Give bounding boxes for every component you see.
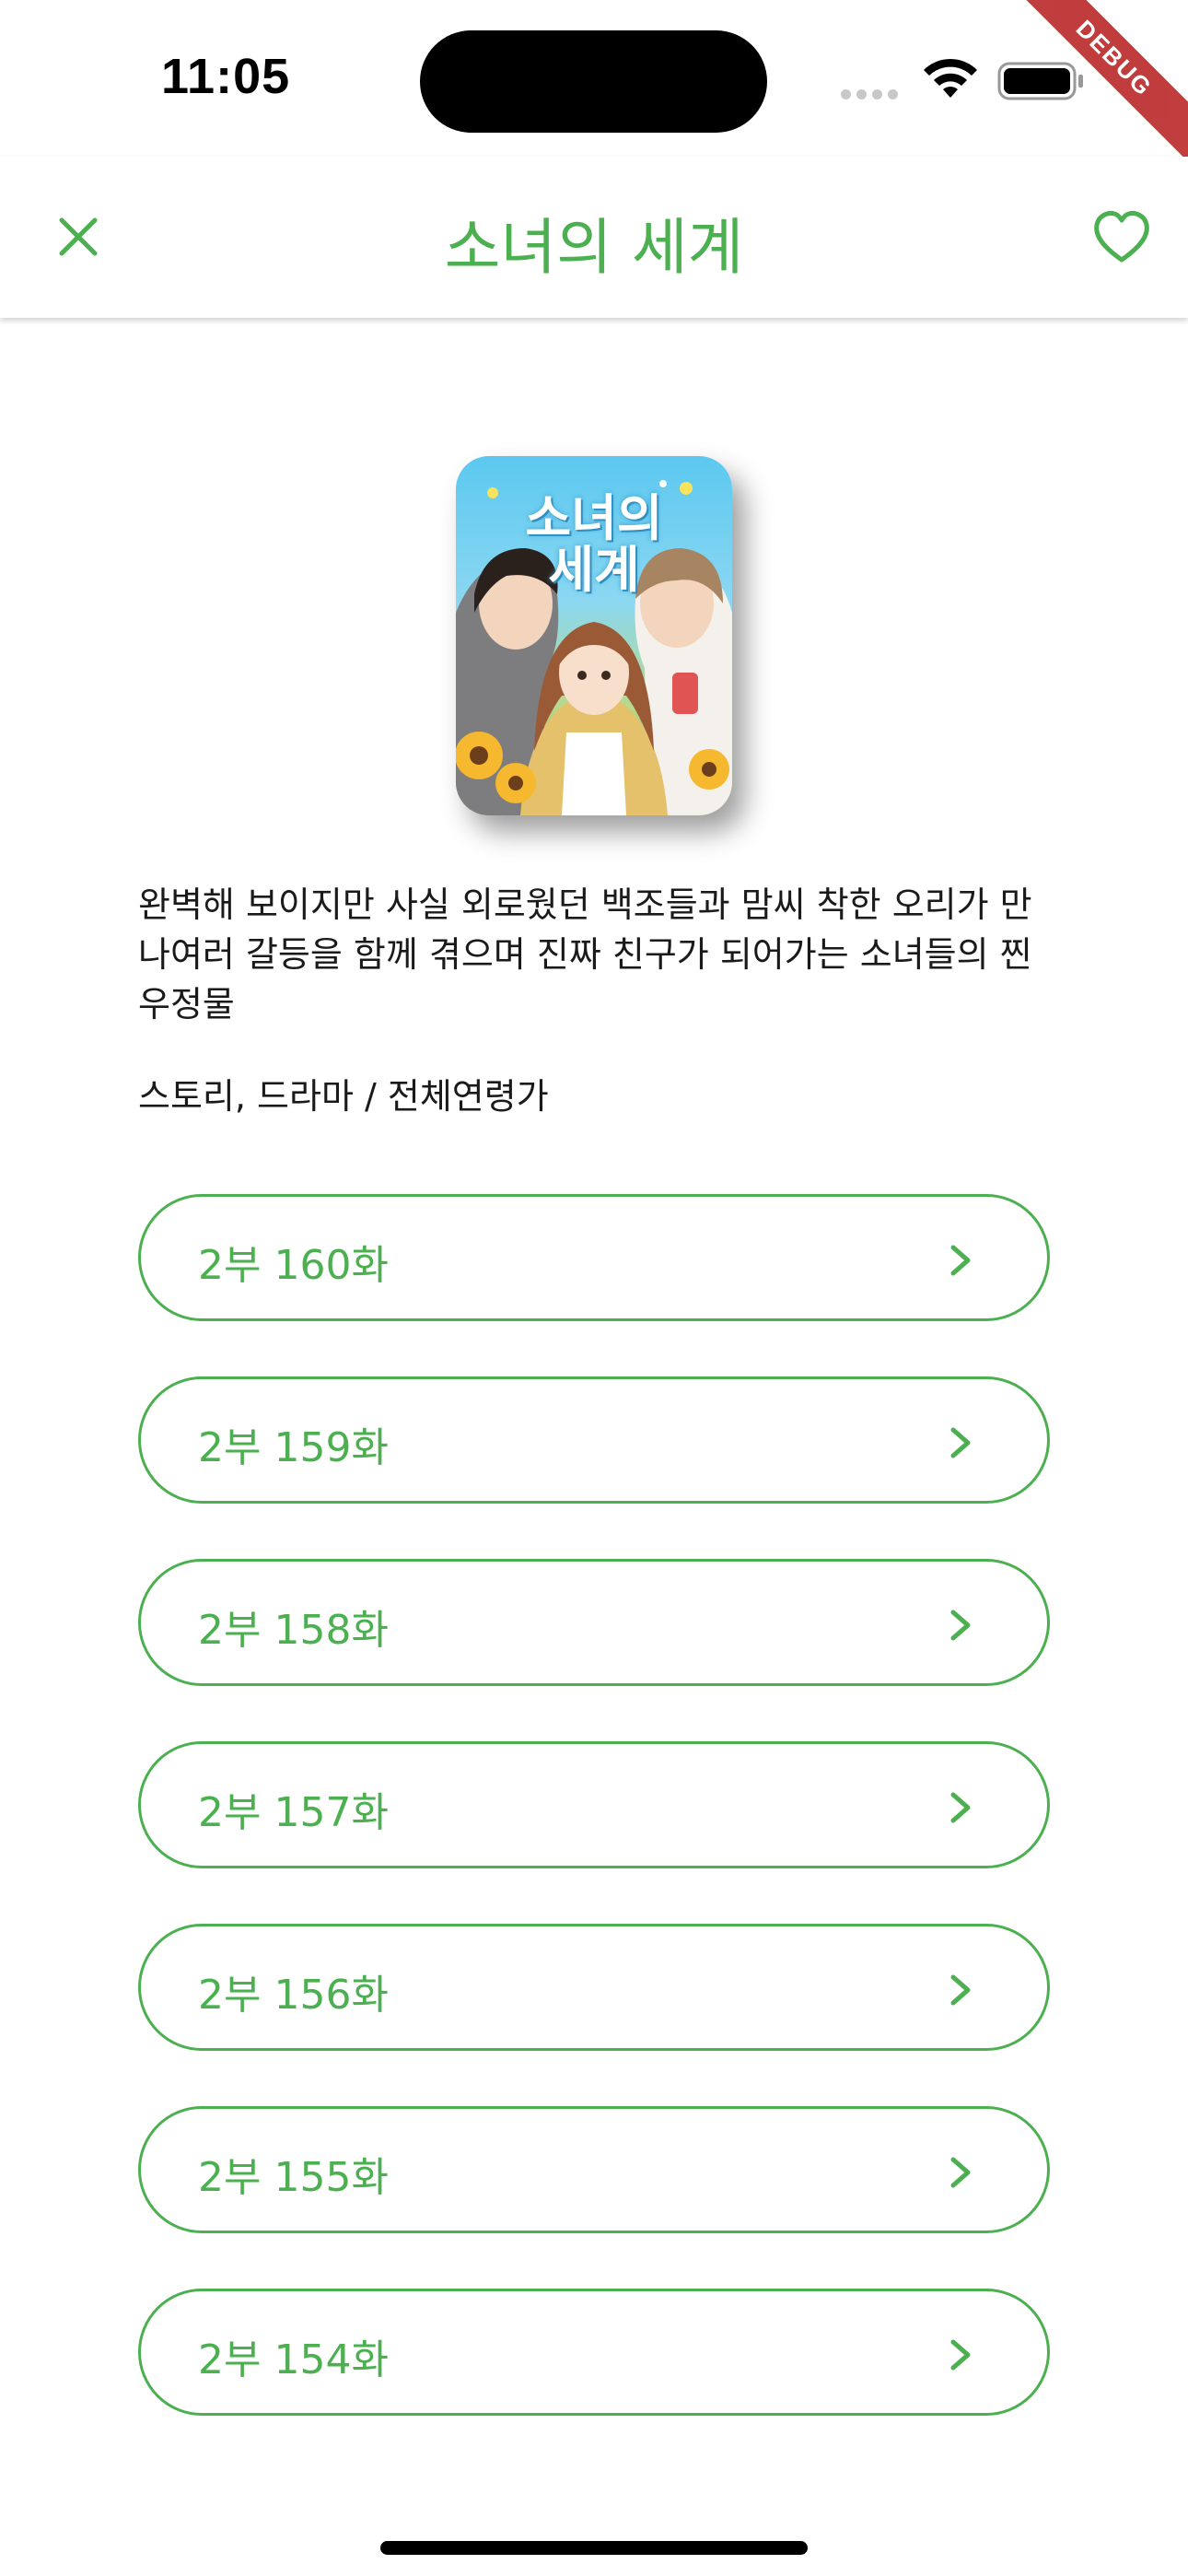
cover-title-line1: 소녀의 bbox=[525, 489, 663, 547]
battery-icon bbox=[997, 62, 1083, 100]
chevron-right-icon bbox=[950, 1427, 971, 1458]
cellular-signal-icon bbox=[841, 86, 903, 103]
cover-image: 소녀의 세계 bbox=[456, 456, 732, 815]
episode-item-159[interactable]: 2부 159화 bbox=[138, 1376, 1050, 1504]
episode-label: 2부 157화 bbox=[198, 1789, 389, 1836]
chevron-right-icon bbox=[950, 1245, 971, 1276]
webtoon-detail-screen: 11:05 DEBUG 소녀의 세계 소녀의 세계 완벽해 보이지만 사실 외로… bbox=[0, 0, 1188, 2576]
dynamic-island bbox=[420, 30, 767, 133]
episode-item-160[interactable]: 2부 160화 bbox=[138, 1194, 1050, 1321]
cover-title-line2: 세계 bbox=[548, 541, 640, 599]
episode-label: 2부 154화 bbox=[198, 2336, 389, 2383]
episode-item-154[interactable]: 2부 154화 bbox=[138, 2289, 1050, 2416]
page-title: 소녀의 세계 bbox=[444, 212, 744, 283]
episode-item-157[interactable]: 2부 157화 bbox=[138, 1741, 1050, 1868]
chevron-right-icon bbox=[950, 2339, 971, 2371]
episode-label: 2부 158화 bbox=[198, 1607, 389, 1654]
episode-label: 2부 156화 bbox=[198, 1972, 389, 2019]
episode-item-158[interactable]: 2부 158화 bbox=[138, 1559, 1050, 1686]
app-bar: 소녀의 세계 bbox=[0, 157, 1188, 318]
chevron-right-icon bbox=[950, 1974, 971, 2006]
heart-outline-icon[interactable] bbox=[1091, 208, 1152, 265]
episode-item-156[interactable]: 2부 156화 bbox=[138, 1924, 1050, 2051]
status-bar: 11:05 bbox=[0, 0, 1188, 157]
episode-label: 2부 160화 bbox=[198, 1242, 389, 1289]
chevron-right-icon bbox=[950, 1610, 971, 1641]
chevron-right-icon bbox=[950, 1792, 971, 1823]
wifi-icon bbox=[924, 58, 977, 98]
episode-item-155[interactable]: 2부 155화 bbox=[138, 2106, 1050, 2233]
cover-title: 소녀의 세계 bbox=[456, 493, 732, 596]
episode-list: 2부 160화 2부 159화 2부 158화 2부 157화 2부 156화 … bbox=[138, 1194, 1050, 2471]
status-time: 11:05 bbox=[161, 49, 291, 104]
chevron-right-icon bbox=[950, 2157, 971, 2188]
home-indicator[interactable] bbox=[380, 2541, 808, 2555]
episode-label: 2부 159화 bbox=[198, 1424, 389, 1471]
episode-label: 2부 155화 bbox=[198, 2154, 389, 2201]
genre-age-rating: 스토리, 드라마 / 전체연령가 bbox=[138, 1076, 549, 1117]
webtoon-description: 완벽해 보이지만 사실 외로웠던 백조들과 맘씨 착한 오리가 만나여러 갈등을… bbox=[138, 884, 1032, 1025]
